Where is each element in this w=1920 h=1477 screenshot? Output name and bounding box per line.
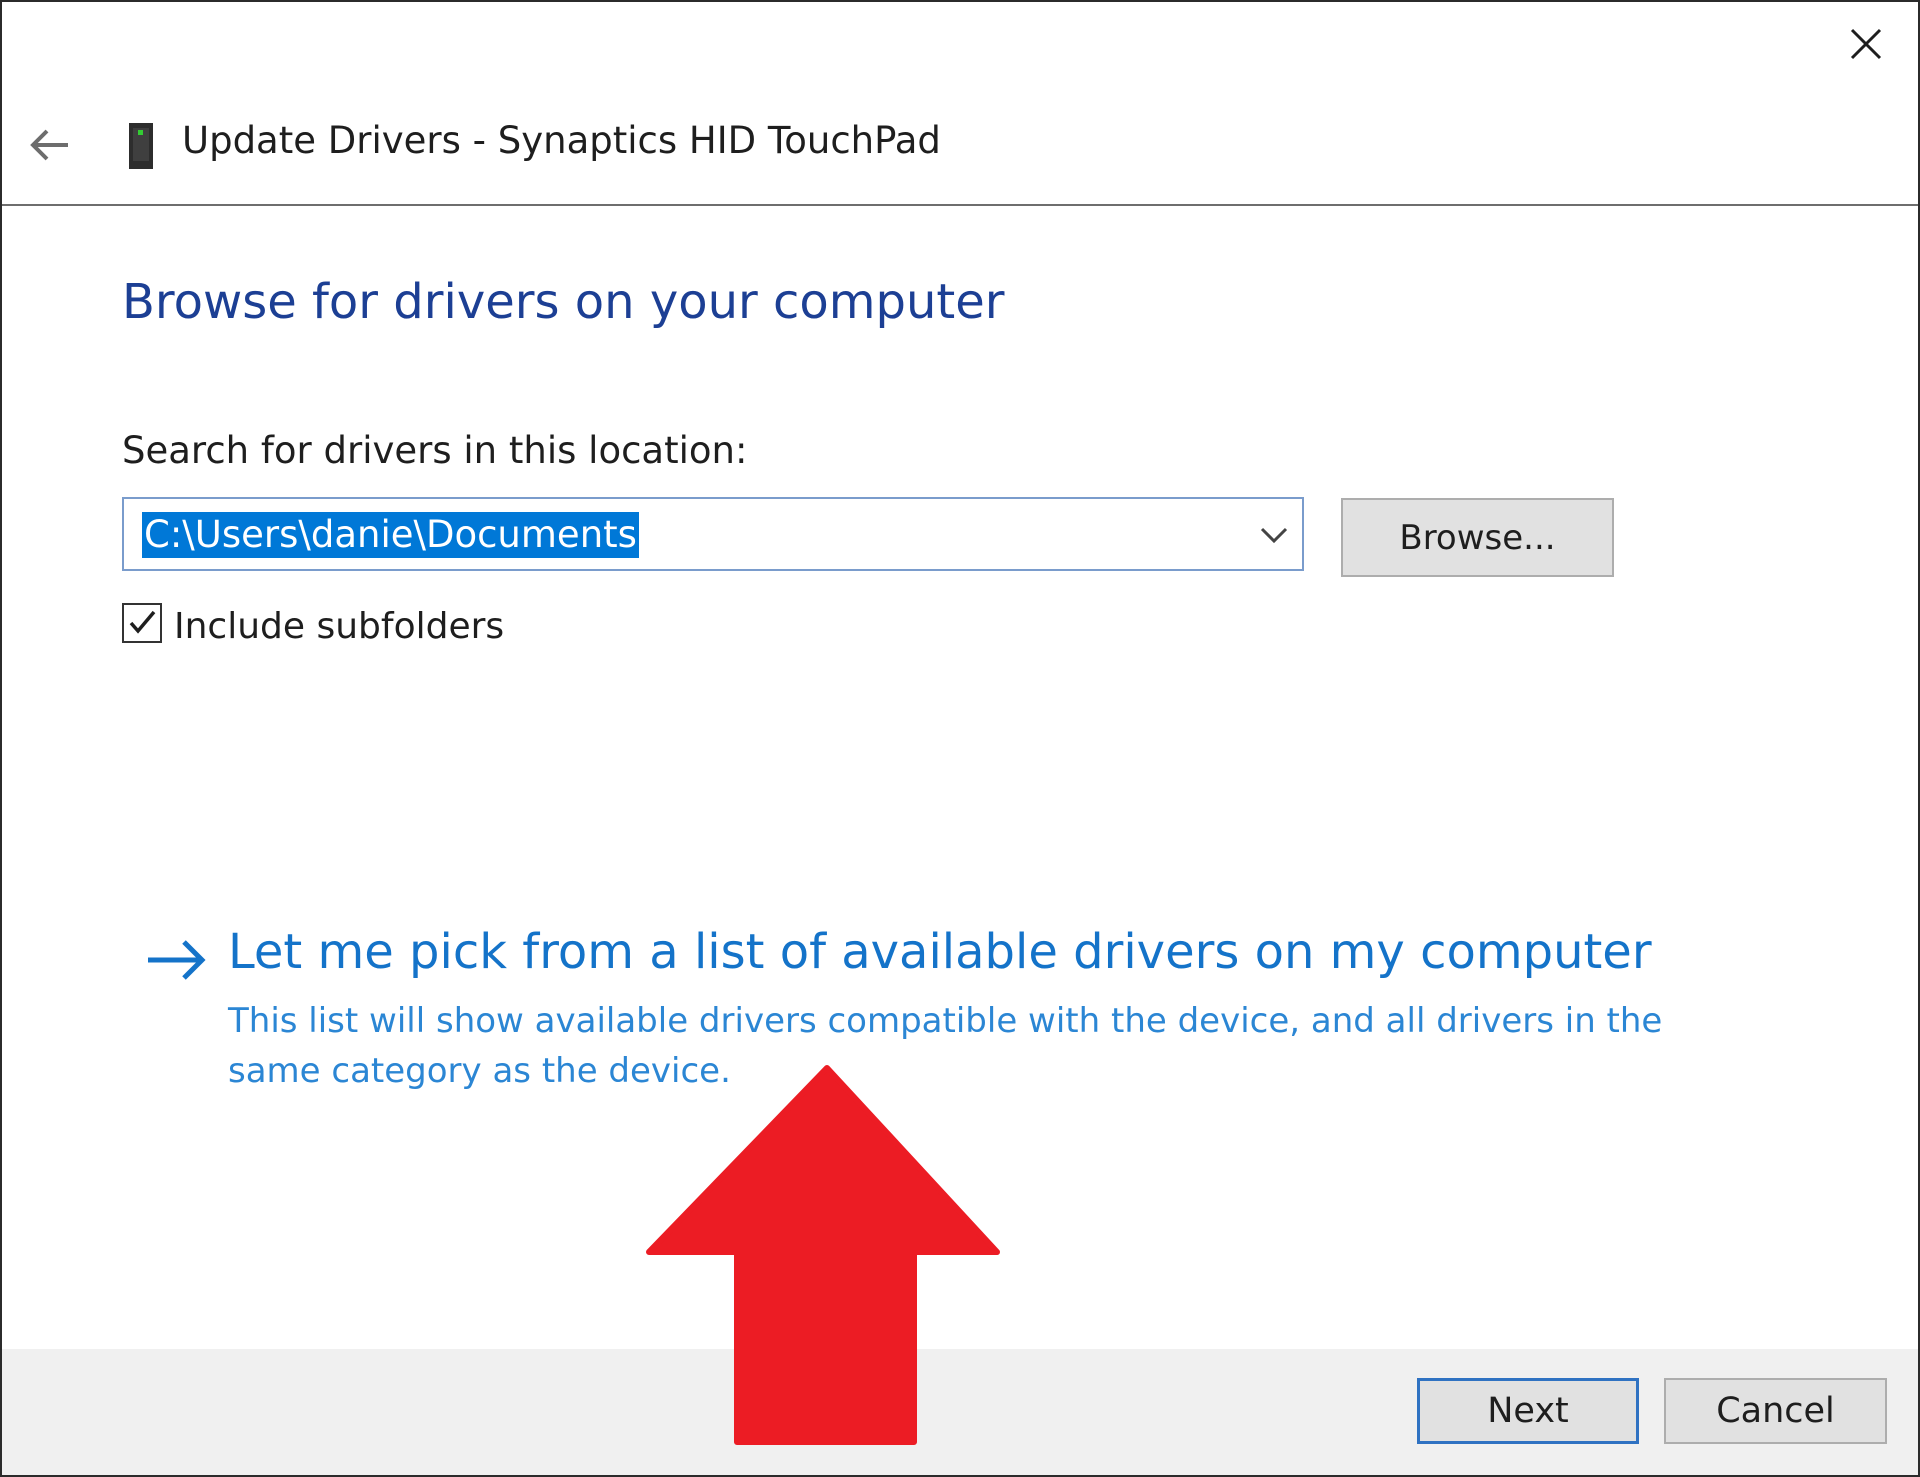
right-arrow-icon	[148, 940, 206, 980]
location-input-value[interactable]: C:\Users\danie\Documents	[142, 512, 639, 558]
include-subfolders-label[interactable]: Include subfolders	[174, 606, 504, 647]
include-subfolders-checkbox[interactable]	[122, 603, 162, 643]
window-title: Update Drivers - Synaptics HID TouchPad	[182, 119, 941, 162]
pick-from-list-title[interactable]: Let me pick from a list of available dri…	[228, 924, 1652, 980]
update-drivers-window: Update Drivers - Synaptics HID TouchPad …	[0, 0, 1920, 1477]
title-bar: Update Drivers - Synaptics HID TouchPad	[2, 2, 1918, 206]
close-icon	[1850, 28, 1882, 60]
touchpad-device-icon	[129, 123, 153, 169]
back-arrow-icon	[30, 129, 68, 161]
checkmark-icon	[129, 610, 156, 634]
chevron-down-icon[interactable]	[1258, 519, 1290, 551]
page-heading: Browse for drivers on your computer	[122, 274, 1005, 330]
next-button[interactable]: Next	[1417, 1378, 1639, 1444]
close-button[interactable]	[1814, 2, 1918, 86]
red-up-arrow-annotation	[646, 1065, 1000, 1445]
location-combobox[interactable]: C:\Users\danie\Documents	[122, 497, 1304, 571]
back-button[interactable]	[20, 117, 78, 173]
cancel-button[interactable]: Cancel	[1664, 1378, 1887, 1444]
browse-button[interactable]: Browse...	[1341, 498, 1614, 577]
location-label: Search for drivers in this location:	[122, 429, 748, 472]
